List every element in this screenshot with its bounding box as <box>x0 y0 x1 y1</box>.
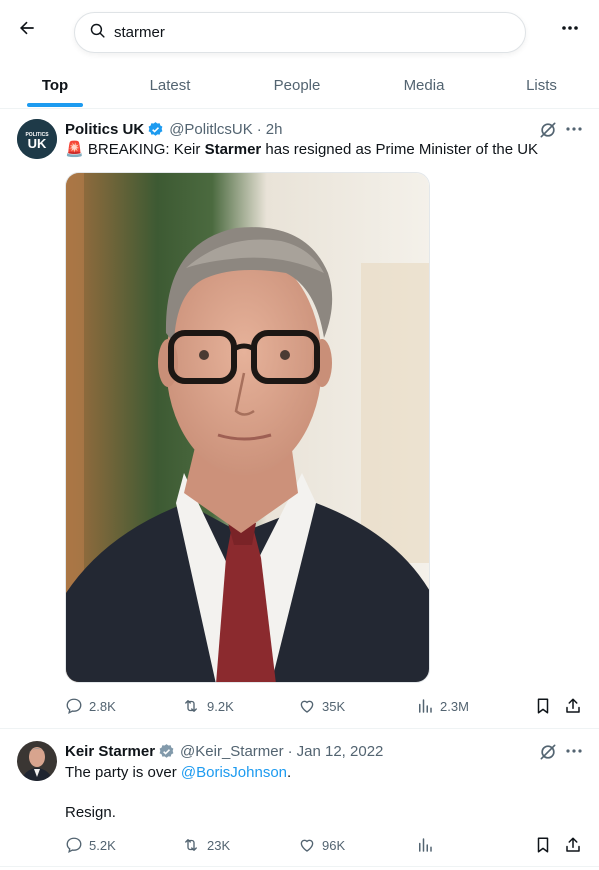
tweet-text-line2: Resign. <box>65 804 116 821</box>
reply-button[interactable]: 2.8K <box>65 696 116 716</box>
tweet[interactable]: POLITICS UK Politics UK @PolitlcsUK · 2h… <box>0 109 599 729</box>
author-name[interactable]: Politics UK <box>65 121 144 138</box>
more-icon[interactable] <box>563 741 585 761</box>
tab-lists[interactable]: Lists <box>484 62 599 108</box>
verified-icon <box>158 743 175 760</box>
share-icon[interactable] <box>564 835 588 855</box>
author-handle[interactable]: @PolitlcsUK <box>169 121 253 138</box>
views-icon <box>419 838 432 852</box>
search-header: Top Latest People Media Lists <box>0 0 599 109</box>
like-count: 35K <box>322 698 346 714</box>
tweet-time[interactable]: Jan 12, 2022 <box>297 743 384 760</box>
author-handle[interactable]: @Keir_Starmer <box>180 743 284 760</box>
reply-count: 5.2K <box>89 837 116 853</box>
grok-icon[interactable] <box>538 120 558 140</box>
highlighted-term: Starmer <box>204 141 262 158</box>
search-icon <box>89 22 106 44</box>
views-count: 2.3M <box>440 698 469 714</box>
like-icon <box>300 700 314 713</box>
active-tab-indicator <box>27 103 83 107</box>
more-icon[interactable] <box>563 119 585 139</box>
tweet-image[interactable] <box>65 172 430 683</box>
separator-dot: · <box>256 120 262 138</box>
views-button[interactable]: 2.3M <box>416 696 469 716</box>
reply-button[interactable]: 5.2K <box>65 835 116 855</box>
tab-people[interactable]: People <box>237 62 357 108</box>
avatar[interactable] <box>17 741 57 781</box>
author-name[interactable]: Keir Starmer <box>65 743 155 760</box>
bookmark-icon[interactable] <box>535 835 557 855</box>
tweet-actions: 5.2K 23K 96K <box>65 835 585 855</box>
reply-icon <box>66 837 82 854</box>
tweet-time[interactable]: 2h <box>266 121 283 138</box>
reply-count: 2.8K <box>89 698 116 714</box>
like-button[interactable]: 35K <box>298 696 345 716</box>
verified-icon <box>147 121 164 138</box>
repost-button[interactable]: 23K <box>181 835 230 855</box>
tab-latest[interactable]: Latest <box>110 62 230 108</box>
share-icon[interactable] <box>564 696 588 716</box>
tweet[interactable]: Keir Starmer @Keir_Starmer · Jan 12, 202… <box>0 729 599 867</box>
grok-icon[interactable] <box>538 742 558 762</box>
like-icon <box>300 839 314 852</box>
repost-count: 9.2K <box>207 698 234 714</box>
siren-emoji: 🚨 <box>65 141 84 158</box>
repost-icon <box>185 700 197 712</box>
search-tabs: Top Latest People Media Lists <box>0 62 599 108</box>
repost-count: 23K <box>207 837 231 853</box>
tweet-header: Keir Starmer @Keir_Starmer · Jan 12, 202… <box>65 741 383 761</box>
avatar-logo-text-main: UK <box>28 136 47 151</box>
back-arrow-icon[interactable] <box>13 14 41 42</box>
tweet-text: 🚨 BREAKING: Keir Starmer has resigned as… <box>65 141 539 158</box>
reply-icon <box>66 698 82 715</box>
like-button[interactable]: 96K <box>298 835 345 855</box>
repost-button[interactable]: 9.2K <box>181 696 234 716</box>
repost-icon <box>185 839 197 851</box>
tab-media[interactable]: Media <box>364 62 484 108</box>
search-input[interactable] <box>114 24 494 41</box>
views-button[interactable] <box>416 835 440 855</box>
tweet-header: Politics UK @PolitlcsUK · 2h <box>65 119 282 139</box>
tweet-actions: 2.8K 9.2K 35K 2.3M <box>65 696 585 716</box>
mention-link[interactable]: @BorisJohnson <box>181 764 287 781</box>
more-icon[interactable] <box>556 16 584 40</box>
like-count: 96K <box>322 837 346 853</box>
separator-dot: · <box>287 742 293 760</box>
views-icon <box>419 699 432 713</box>
search-box[interactable] <box>74 12 526 53</box>
avatar[interactable]: POLITICS UK <box>17 119 57 159</box>
tweet-text: The party is over @BorisJohnson. <box>65 764 292 781</box>
bookmark-icon[interactable] <box>535 696 557 716</box>
tab-top[interactable]: Top <box>0 62 110 108</box>
